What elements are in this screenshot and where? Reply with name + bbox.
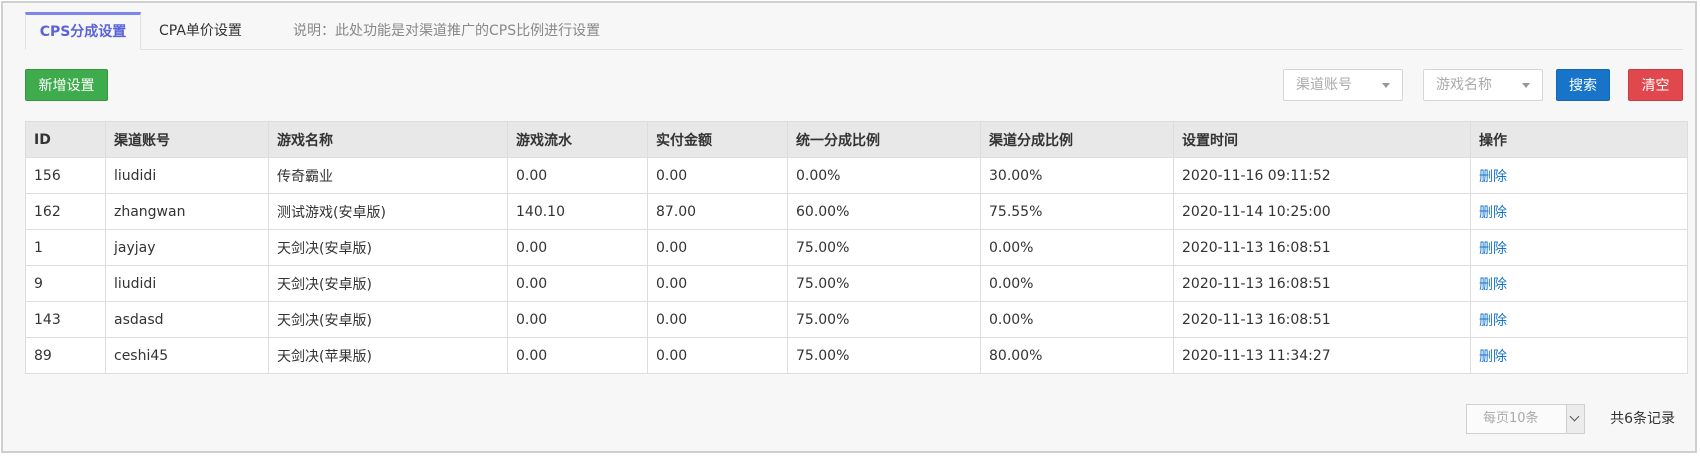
table-header-row: ID 渠道账号 游戏名称 游戏流水 实付金额 统一分成比例 渠道分成比例 设置时…: [25, 121, 1688, 158]
cell-game-flow: 0.00: [507, 157, 648, 194]
table-row: 156 liudidi 传奇霸业 0.00 0.00 0.00% 30.00% …: [25, 157, 1688, 194]
cell-channel-ratio: 0.00%: [980, 265, 1174, 302]
cell-game-flow: 0.00: [507, 229, 648, 266]
cell-channel-ratio: 80.00%: [980, 337, 1174, 374]
cell-set-time: 2020-11-13 11:34:27: [1173, 337, 1471, 374]
page-note: 说明：此处功能是对渠道推广的CPS比例进行设置: [293, 23, 601, 39]
page-size-select[interactable]: 每页10条: [1466, 404, 1585, 434]
delete-link[interactable]: 删除: [1479, 349, 1507, 365]
search-button[interactable]: 搜索: [1556, 69, 1610, 101]
cell-paid-amount: 0.00: [647, 229, 788, 266]
cell-channel-account: zhangwan: [105, 193, 269, 230]
game-name-placeholder: 游戏名称: [1436, 77, 1492, 93]
cell-unified-ratio: 0.00%: [787, 157, 981, 194]
table-row: 143 asdasd 天剑决(安卓版) 0.00 0.00 75.00% 0.0…: [25, 301, 1688, 338]
column-header: 渠道分成比例: [980, 121, 1174, 158]
cell-game-name: 天剑决(安卓版): [268, 301, 508, 338]
cell-actions: 删除: [1470, 193, 1688, 230]
tab-bar: CPS分成设置 CPA单价设置 说明：此处功能是对渠道推广的CPS比例进行设置: [25, 12, 1683, 50]
cell-game-flow: 0.00: [507, 337, 648, 374]
cell-channel-account: asdasd: [105, 301, 269, 338]
cps-settings-panel: CPS分成设置 CPA单价设置 说明：此处功能是对渠道推广的CPS比例进行设置 …: [25, 3, 1688, 451]
app-frame: CPS分成设置 CPA单价设置 说明：此处功能是对渠道推广的CPS比例进行设置 …: [1, 1, 1697, 453]
page-size-dropdown-button[interactable]: [1566, 405, 1584, 433]
column-header: 统一分成比例: [787, 121, 981, 158]
cell-paid-amount: 0.00: [647, 301, 788, 338]
table-row: 9 liudidi 天剑决(安卓版) 0.00 0.00 75.00% 0.00…: [25, 265, 1688, 302]
cell-game-name: 传奇霸业: [268, 157, 508, 194]
cell-unified-ratio: 75.00%: [787, 337, 981, 374]
cell-set-time: 2020-11-13 16:08:51: [1173, 265, 1471, 302]
cell-unified-ratio: 60.00%: [787, 193, 981, 230]
cell-set-time: 2020-11-13 16:08:51: [1173, 301, 1471, 338]
cell-channel-ratio: 30.00%: [980, 157, 1174, 194]
clear-button[interactable]: 清空: [1628, 69, 1683, 101]
column-header: 设置时间: [1173, 121, 1471, 158]
tab-cpa-settings[interactable]: CPA单价设置: [159, 13, 242, 49]
cell-channel-ratio: 0.00%: [980, 301, 1174, 338]
cell-actions: 删除: [1470, 337, 1688, 374]
page-size-value: 每页10条: [1483, 411, 1539, 426]
cell-channel-account: liudidi: [105, 157, 269, 194]
cell-unified-ratio: 75.00%: [787, 229, 981, 266]
cell-set-time: 2020-11-13 16:08:51: [1173, 229, 1471, 266]
cell-actions: 删除: [1470, 265, 1688, 302]
delete-link[interactable]: 删除: [1479, 277, 1507, 293]
cell-actions: 删除: [1470, 301, 1688, 338]
column-header: 游戏流水: [507, 121, 648, 158]
column-header: ID: [25, 121, 106, 158]
cell-paid-amount: 0.00: [647, 337, 788, 374]
cell-actions: 删除: [1470, 229, 1688, 266]
delete-link[interactable]: 删除: [1479, 313, 1507, 329]
cell-paid-amount: 0.00: [647, 265, 788, 302]
cell-game-flow: 140.10: [507, 193, 648, 230]
tab-cps-settings[interactable]: CPS分成设置: [25, 12, 141, 50]
cell-unified-ratio: 75.00%: [787, 301, 981, 338]
cell-channel-account: liudidi: [105, 265, 269, 302]
chevron-down-icon: [1569, 411, 1580, 422]
chevron-down-icon: [1522, 83, 1530, 88]
cell-game-flow: 0.00: [507, 301, 648, 338]
cell-id: 89: [25, 337, 106, 374]
channel-account-select[interactable]: 渠道账号: [1283, 69, 1403, 101]
cell-paid-amount: 87.00: [647, 193, 788, 230]
cell-channel-account: jayjay: [105, 229, 269, 266]
channel-account-placeholder: 渠道账号: [1296, 77, 1352, 93]
cell-id: 143: [25, 301, 106, 338]
cell-unified-ratio: 75.00%: [787, 265, 981, 302]
game-name-select[interactable]: 游戏名称: [1423, 69, 1543, 101]
cell-channel-ratio: 75.55%: [980, 193, 1174, 230]
table-row: 1 jayjay 天剑决(安卓版) 0.00 0.00 75.00% 0.00%…: [25, 229, 1688, 266]
cell-set-time: 2020-11-14 10:25:00: [1173, 193, 1471, 230]
total-records: 共6条记录: [1610, 411, 1675, 427]
cell-set-time: 2020-11-16 09:11:52: [1173, 157, 1471, 194]
delete-link[interactable]: 删除: [1479, 241, 1507, 257]
delete-link[interactable]: 删除: [1479, 169, 1507, 185]
cell-id: 162: [25, 193, 106, 230]
cell-id: 156: [25, 157, 106, 194]
cell-game-name: 测试游戏(安卓版): [268, 193, 508, 230]
delete-link[interactable]: 删除: [1479, 205, 1507, 221]
column-header: 游戏名称: [268, 121, 508, 158]
cell-game-name: 天剑决(安卓版): [268, 265, 508, 302]
cell-channel-account: ceshi45: [105, 337, 269, 374]
add-setting-button[interactable]: 新增设置: [25, 69, 108, 101]
cell-channel-ratio: 0.00%: [980, 229, 1174, 266]
cell-paid-amount: 0.00: [647, 157, 788, 194]
table-row: 162 zhangwan 测试游戏(安卓版) 140.10 87.00 60.0…: [25, 193, 1688, 230]
column-header: 操作: [1470, 121, 1688, 158]
cell-game-name: 天剑决(安卓版): [268, 229, 508, 266]
cell-id: 9: [25, 265, 106, 302]
cell-game-name: 天剑决(苹果版): [268, 337, 508, 374]
cell-id: 1: [25, 229, 106, 266]
cell-actions: 删除: [1470, 157, 1688, 194]
cell-game-flow: 0.00: [507, 265, 648, 302]
cps-settings-table: ID 渠道账号 游戏名称 游戏流水 实付金额 统一分成比例 渠道分成比例 设置时…: [25, 121, 1688, 374]
table-row: 89 ceshi45 天剑决(苹果版) 0.00 0.00 75.00% 80.…: [25, 337, 1688, 374]
column-header: 渠道账号: [105, 121, 269, 158]
chevron-down-icon: [1382, 83, 1390, 88]
column-header: 实付金额: [647, 121, 788, 158]
